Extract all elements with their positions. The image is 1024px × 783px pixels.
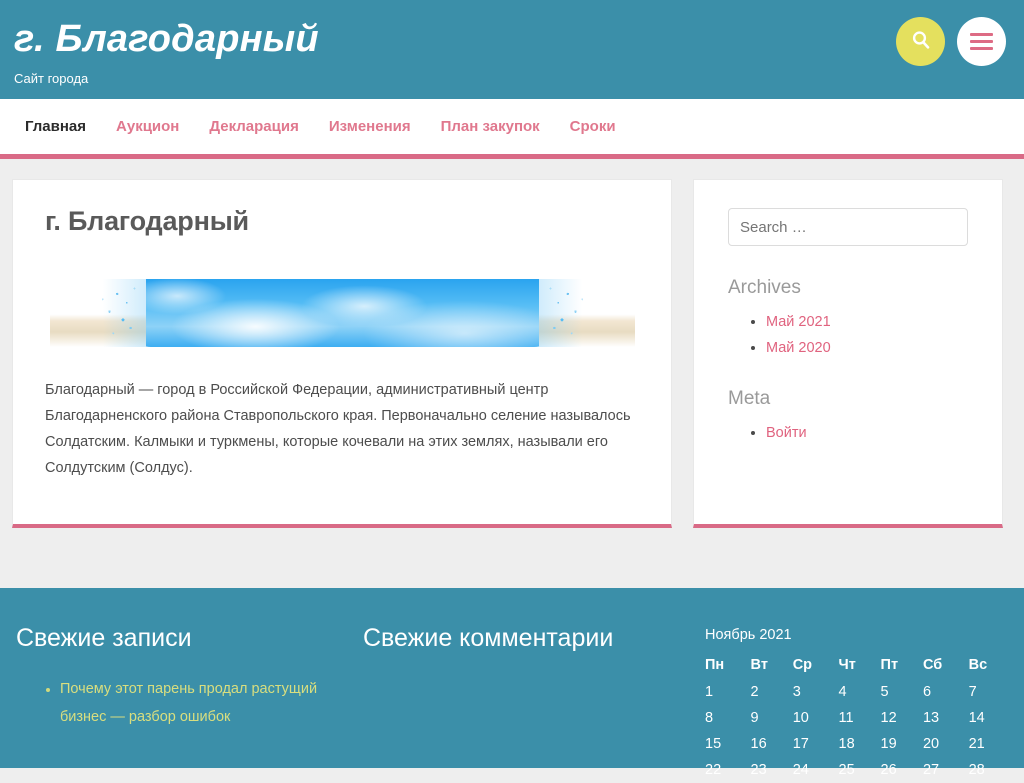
nav-item-glavnaya[interactable]: Главная bbox=[10, 118, 101, 135]
article-body: Благодарный — город в Российской Федерац… bbox=[45, 377, 639, 481]
calendar-week-row: 8 9 10 11 12 13 14 bbox=[700, 705, 1008, 731]
nav-item-deklaraciya[interactable]: Декларация bbox=[194, 118, 313, 135]
footer-title-recent-comments: Свежие комментарии bbox=[362, 624, 614, 652]
calendar-week-row: 15 16 17 18 19 20 21 bbox=[700, 731, 1008, 757]
calendar-day: 2 bbox=[750, 684, 759, 700]
search-input[interactable] bbox=[728, 208, 968, 246]
primary-article-card: г. Благодарный Благодарный — город в Рос… bbox=[12, 179, 672, 528]
sky-image-core bbox=[124, 279, 560, 347]
site-tagline: Сайт города bbox=[14, 71, 89, 86]
calendar-day: 13 bbox=[922, 710, 940, 726]
widget-title-meta: Meta bbox=[728, 388, 771, 409]
calendar-day: 9 bbox=[750, 710, 759, 726]
list-item: Май 2021 bbox=[766, 313, 968, 331]
footer-title-recent-posts: Свежие записи bbox=[16, 624, 192, 652]
calendar-day: 14 bbox=[968, 710, 985, 726]
calendar-day: 8 bbox=[705, 710, 714, 726]
archive-link-may-2021[interactable]: Май 2021 bbox=[766, 314, 831, 330]
header-buttons bbox=[896, 17, 1006, 66]
calendar-day: 24 bbox=[792, 762, 809, 778]
calendar-day: 22 bbox=[705, 762, 722, 778]
calendar-day: 12 bbox=[880, 710, 897, 726]
calendar-day: 10 bbox=[792, 710, 809, 726]
archive-link-may-2020[interactable]: Май 2020 bbox=[766, 340, 831, 356]
content-area: г. Благодарный Благодарный — город в Рос… bbox=[0, 159, 1024, 528]
calendar-weekday-sat: Сб bbox=[922, 657, 943, 673]
calendar-day: 19 bbox=[880, 736, 897, 752]
calendar-header-row: Пн Вт Ср Чт Пт Сб Вс bbox=[700, 653, 1008, 679]
site-title: г. Благодарный bbox=[14, 18, 319, 60]
calendar-day: 23 bbox=[750, 762, 767, 778]
calendar-day: 28 bbox=[968, 762, 985, 778]
calendar-day: 4 bbox=[838, 684, 847, 700]
search-toggle-button[interactable] bbox=[896, 17, 945, 66]
calendar-day: 21 bbox=[968, 736, 985, 752]
menu-toggle-button[interactable] bbox=[957, 17, 1006, 66]
calendar-day: 1 bbox=[705, 684, 714, 700]
calendar-table: Пн Вт Ср Чт Пт Сб Вс 1 2 3 4 5 6 7 8 9 1… bbox=[700, 653, 1008, 783]
hamburger-menu-icon bbox=[970, 33, 993, 50]
footer-widget-calendar: Ноябрь 2021 Пн Вт Ср Чт Пт Сб Вс 1 2 3 4… bbox=[700, 624, 1008, 778]
calendar-weekday-mon: Пн bbox=[705, 657, 725, 673]
article-paragraph: Благодарный — город в Российской Федерац… bbox=[45, 382, 631, 476]
calendar-day: 6 bbox=[922, 684, 932, 700]
footer-widget-recent-posts: Свежие записи Почему этот парень продал … bbox=[16, 624, 363, 768]
list-item: Май 2020 bbox=[766, 339, 968, 357]
search-icon bbox=[910, 29, 932, 54]
calendar-day: 27 bbox=[922, 762, 940, 778]
site-footer: Свежие записи Почему этот парень продал … bbox=[0, 588, 1024, 778]
recent-posts-list: Почему этот парень продал растущий бизне… bbox=[16, 675, 363, 731]
calendar-day: 16 bbox=[750, 736, 767, 752]
featured-sky-image bbox=[49, 279, 635, 347]
nav-item-izmeneniya[interactable]: Изменения bbox=[314, 118, 426, 135]
calendar-weekday-tue: Вт bbox=[750, 657, 768, 673]
page-title: г. Благодарный bbox=[45, 206, 249, 236]
calendar-day: 25 bbox=[838, 762, 855, 778]
calendar-week-row: 1 2 3 4 5 6 7 bbox=[700, 679, 1008, 705]
archives-list: Май 2021 Май 2020 bbox=[728, 313, 968, 357]
calendar-caption: Ноябрь 2021 bbox=[705, 627, 792, 643]
meta-list: Войти bbox=[728, 424, 968, 442]
calendar-day: 15 bbox=[705, 736, 722, 752]
calendar-weekday-wed: Ср bbox=[792, 657, 813, 673]
calendar-day: 26 bbox=[880, 762, 897, 778]
list-item: Почему этот парень продал растущий бизне… bbox=[60, 675, 363, 731]
calendar-day: 20 bbox=[922, 736, 940, 752]
recent-post-link[interactable]: Почему этот парень продал растущий бизне… bbox=[60, 681, 317, 725]
nav-item-sroki[interactable]: Сроки bbox=[555, 118, 631, 135]
nav-item-plan-zakupok[interactable]: План закупок bbox=[426, 118, 555, 135]
site-header: г. Благодарный Сайт города bbox=[0, 0, 1024, 99]
calendar-day: 11 bbox=[838, 710, 854, 726]
primary-navigation: Главная Аукцион Декларация Изменения Пла… bbox=[0, 99, 1024, 159]
calendar-day: 7 bbox=[968, 684, 977, 700]
calendar-day: 18 bbox=[838, 736, 855, 752]
list-item: Войти bbox=[766, 424, 968, 442]
nav-item-aukcion[interactable]: Аукцион bbox=[101, 118, 194, 135]
calendar-week-row: 22 23 24 25 26 27 28 bbox=[700, 757, 1008, 783]
calendar-day: 5 bbox=[880, 684, 889, 700]
calendar-weekday-thu: Чт bbox=[838, 657, 856, 673]
calendar-weekday-fri: Пт bbox=[880, 657, 899, 673]
sidebar: Archives Май 2021 Май 2020 Meta Войти bbox=[693, 179, 1003, 528]
footer-widget-recent-comments: Свежие комментарии bbox=[363, 624, 700, 768]
meta-link-login[interactable]: Войти bbox=[766, 425, 807, 441]
calendar-weekday-sun: Вс bbox=[968, 657, 988, 673]
sky-image-left-dissolve bbox=[49, 279, 146, 347]
calendar-day: 17 bbox=[792, 736, 809, 752]
widget-title-archives: Archives bbox=[728, 277, 801, 298]
calendar-day: 3 bbox=[792, 684, 801, 700]
sky-image-right-dissolve bbox=[538, 279, 635, 347]
